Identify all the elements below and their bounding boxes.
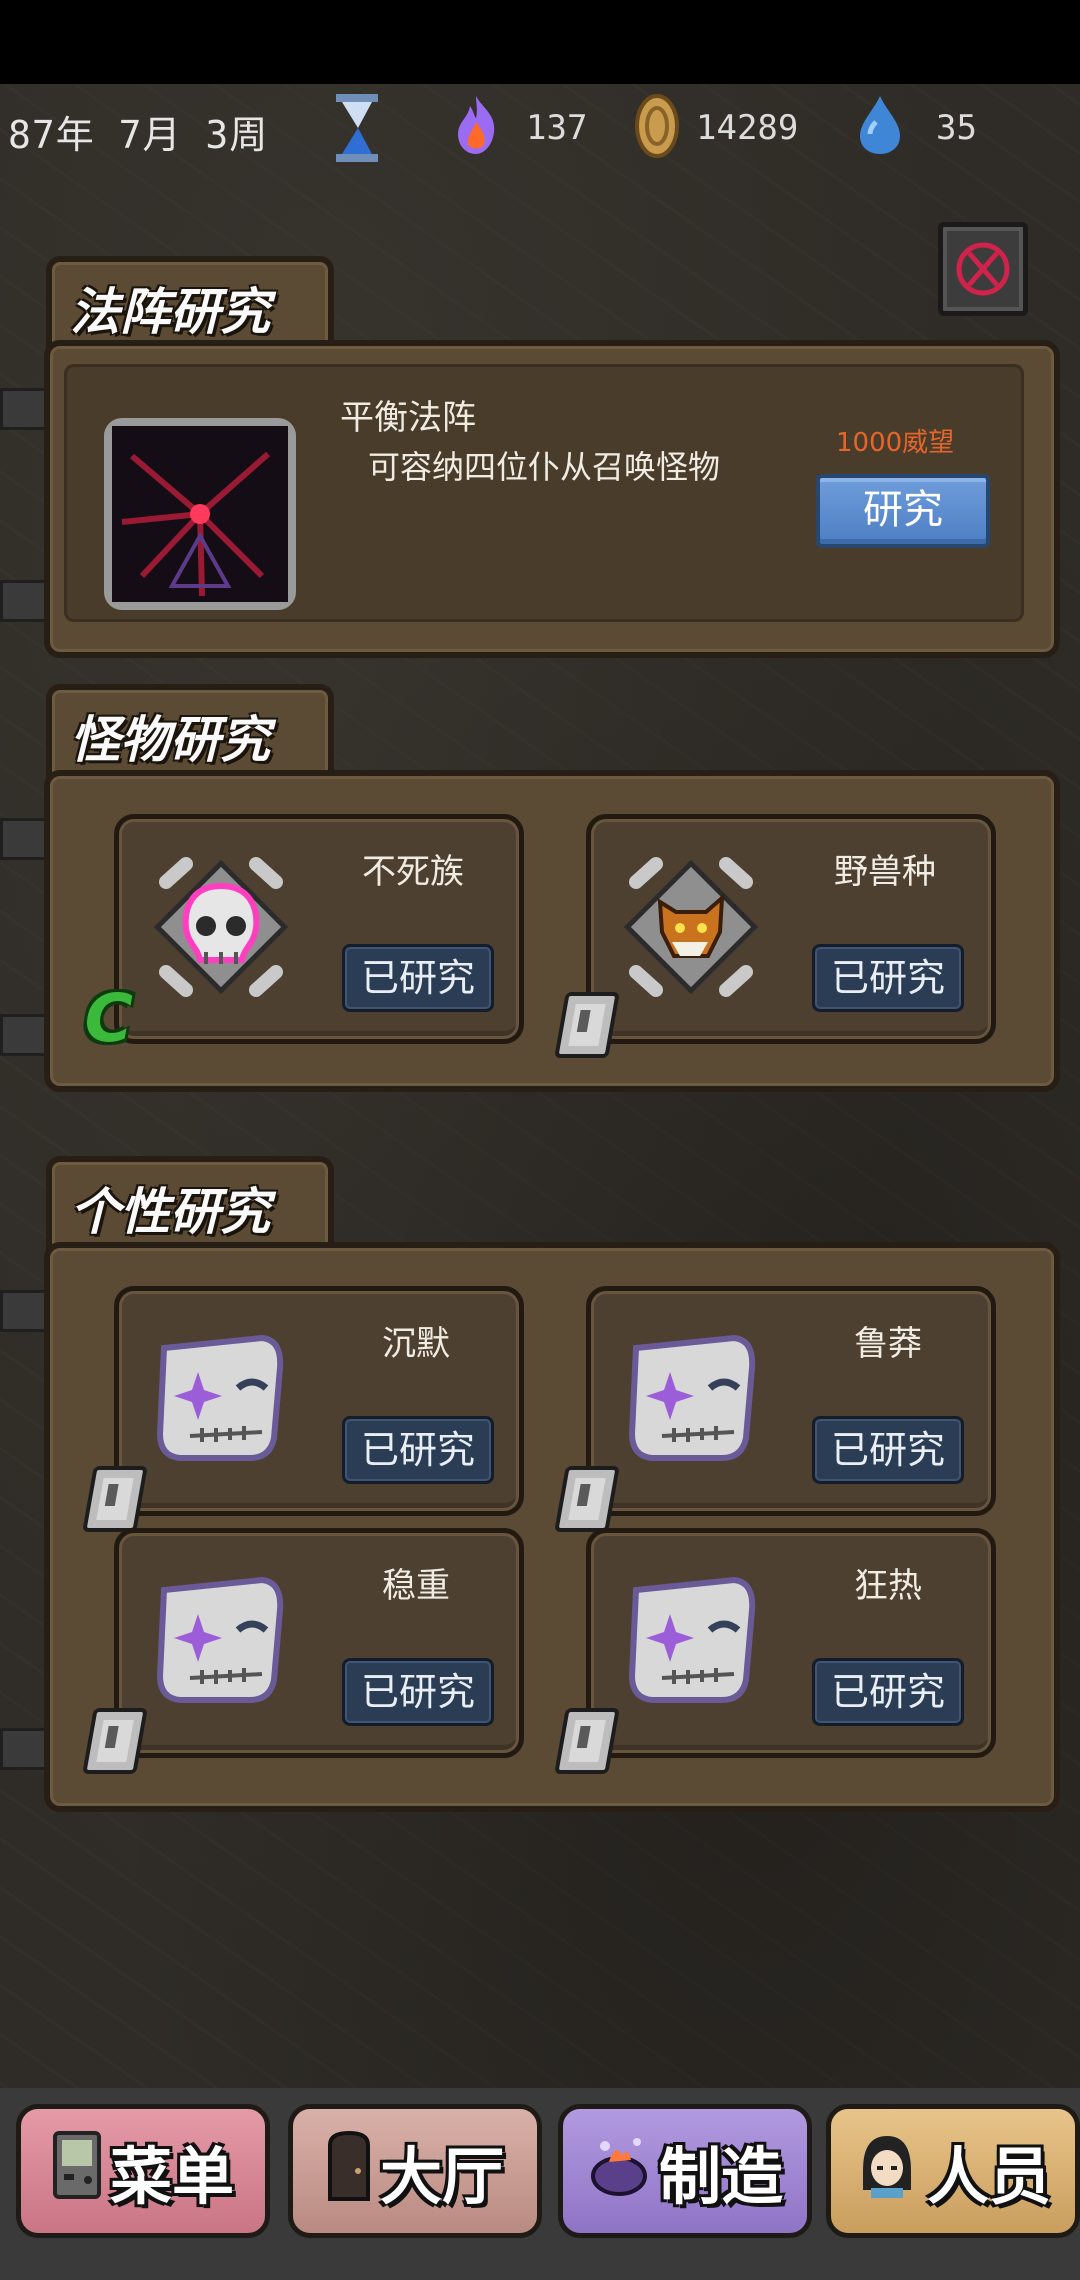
stitched-mask-icon [156, 1576, 284, 1703]
game-date: 87年 7月 3周 [8, 113, 269, 157]
nav-hall-button[interactable]: 大厅 [288, 2104, 542, 2238]
array-section-title: 法阵研究 [70, 283, 270, 341]
trait-name-fanatic: 狂热 [854, 1566, 922, 1606]
nav-menu-button[interactable]: 菜单 [16, 2104, 270, 2238]
water-count: 35 [936, 108, 977, 148]
close-icon [956, 242, 1010, 296]
nav-craft-button[interactable]: 制造 [558, 2104, 812, 2238]
array-name: 平衡法阵 [340, 398, 476, 438]
researched-button-reckless[interactable]: 已研究 [812, 1416, 964, 1484]
coin-count: 14289 [696, 108, 799, 148]
skull-emblem-icon [153, 857, 289, 997]
cauldron-icon [587, 2132, 651, 2211]
array-description: 可容纳四位仆从召唤怪物 [368, 448, 721, 486]
stitched-mask-icon [628, 1576, 756, 1703]
door-icon [326, 2129, 372, 2214]
researched-button-undead[interactable]: 已研究 [342, 944, 494, 1012]
person-portrait-icon [855, 2130, 919, 2213]
nav-menu-label: 菜单 [109, 2140, 234, 2213]
research-button[interactable]: 研究 [816, 474, 990, 548]
monster-section-title: 怪物研究 [70, 711, 270, 769]
nav-hall-label: 大厅 [379, 2140, 504, 2213]
trait-section-title: 个性研究 [70, 1183, 270, 1241]
monster-name-beast: 野兽种 [834, 852, 936, 892]
coin-icon [635, 94, 679, 158]
flame-icon [458, 96, 495, 154]
monster-name-undead: 不死族 [362, 852, 464, 892]
researched-button-fanatic[interactable]: 已研究 [812, 1658, 964, 1726]
close-button[interactable] [938, 222, 1028, 316]
researched-button-steady[interactable]: 已研究 [342, 1658, 494, 1726]
stitched-mask-icon [628, 1334, 756, 1461]
water-drop-icon [860, 96, 900, 154]
nav-staff-label: 人员 [926, 2140, 1051, 2213]
nav-staff-button[interactable]: 人员 [826, 2104, 1080, 2238]
trait-name-reckless: 鲁莽 [854, 1324, 922, 1364]
researched-button-beast[interactable]: 已研究 [812, 944, 964, 1012]
hourglass-icon [336, 94, 378, 162]
array-cost: 1000威望 [836, 428, 955, 458]
wolf-emblem-icon [623, 857, 759, 997]
trait-name-steady: 稳重 [382, 1566, 450, 1606]
array-emblem-icon [104, 418, 296, 610]
researched-button-silent[interactable]: 已研究 [342, 1416, 494, 1484]
stitched-mask-icon [156, 1334, 284, 1461]
nav-craft-label: 制造 [658, 2140, 783, 2213]
trait-name-silent: 沉默 [382, 1324, 450, 1364]
status-bar [0, 0, 1080, 84]
flame-count: 137 [526, 108, 588, 148]
handheld-device-icon [52, 2130, 102, 2213]
